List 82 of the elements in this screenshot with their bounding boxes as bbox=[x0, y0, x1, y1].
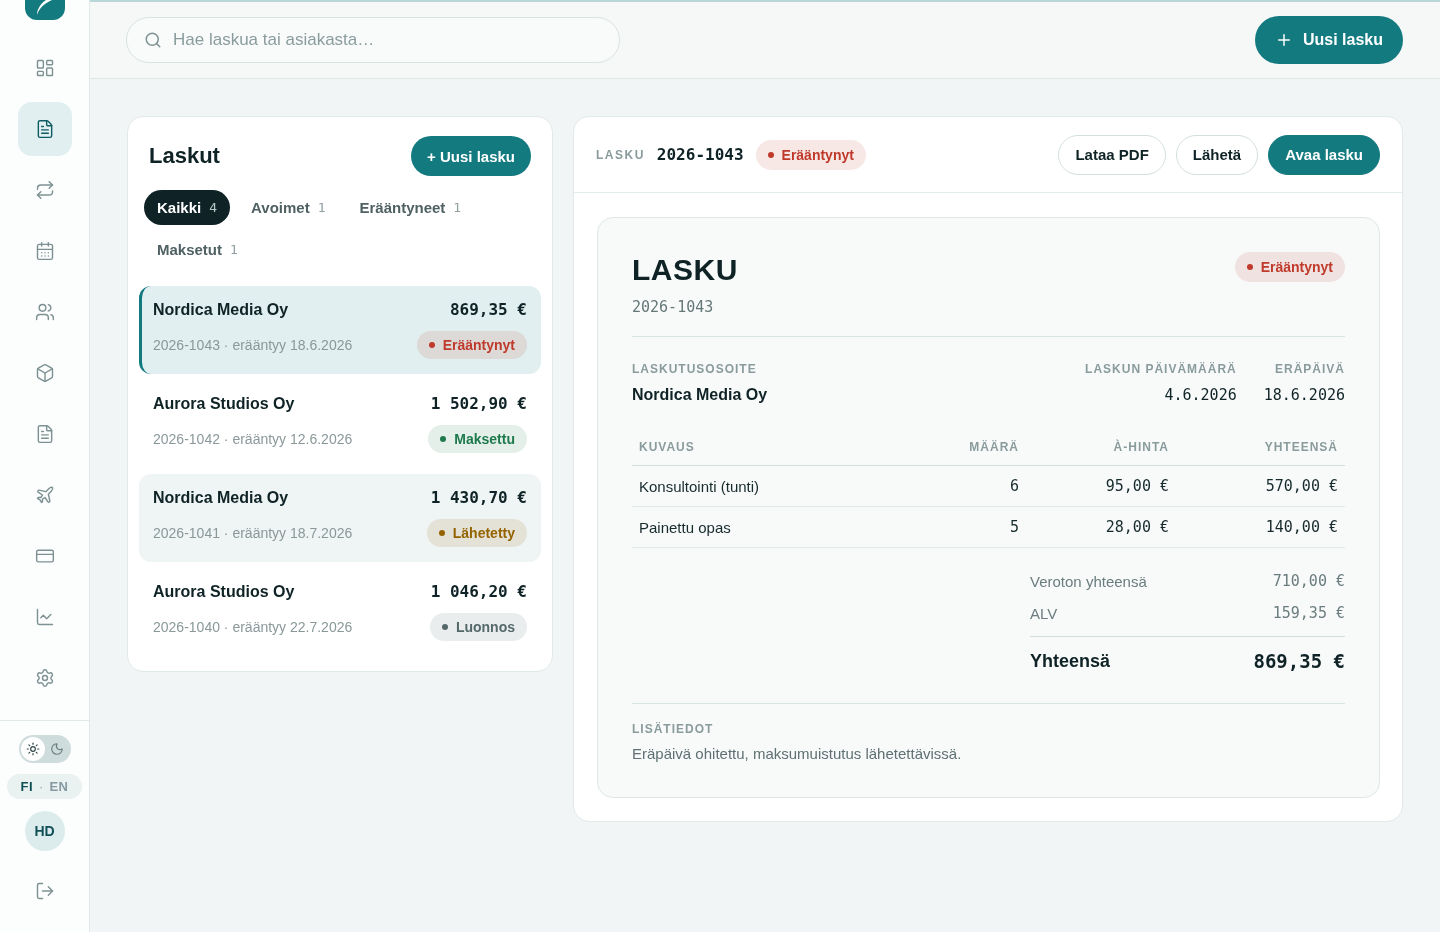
document-title: LASKU bbox=[632, 252, 738, 288]
invoice-meta: 2026-1041 · erääntyy 18.7.2026 bbox=[153, 525, 353, 541]
notes-label: LISÄTIEDOT bbox=[632, 721, 714, 737]
invoice-list-item[interactable]: Aurora Studios Oy 1 502,90 € 2026-1042 · erääntyy 12.6.2026 Maksettu bbox=[139, 380, 541, 468]
theme-toggle[interactable] bbox=[18, 735, 71, 763]
new-invoice-button[interactable]: Uusi lasku bbox=[1254, 16, 1403, 64]
total-label: ALV bbox=[1030, 604, 1058, 622]
invoice-number: 2026-1043 bbox=[656, 145, 744, 164]
table-cell-text: Painettu opas bbox=[638, 518, 732, 536]
invoice-meta: 2026-1042 · erääntyy 12.6.2026 bbox=[153, 431, 353, 447]
status-text: Lähetetty bbox=[452, 525, 515, 541]
new-invoice-button[interactable]: + Uusi lasku bbox=[411, 136, 531, 176]
table-cell-text: Konsultointi (tunti) bbox=[638, 477, 761, 495]
status-text: Luonnos bbox=[455, 619, 515, 635]
filter-tab[interactable]: Kaikki 4 bbox=[144, 190, 231, 225]
status-text: Erääntynyt bbox=[781, 146, 854, 163]
filter-tab[interactable]: Maksetut 1 bbox=[144, 232, 251, 267]
user-avatar[interactable]: HD bbox=[24, 811, 65, 851]
logout-icon bbox=[34, 881, 55, 901]
filter-tab[interactable]: Erääntyneet 1 bbox=[346, 190, 475, 225]
filter-tab[interactable]: Avoimet 1 bbox=[238, 190, 339, 225]
invoice-amount: 1 430,70 € bbox=[430, 487, 527, 509]
settings-icon bbox=[34, 668, 55, 688]
column-header: YHTEENSÄ bbox=[1263, 439, 1339, 454]
invoice-amount: 1 046,20 € bbox=[430, 581, 527, 603]
moon-icon bbox=[49, 742, 64, 756]
search-icon bbox=[144, 31, 162, 49]
secondary-action-button[interactable]: Lataa PDF bbox=[1058, 134, 1166, 175]
invoice-amount: 1 502,90 € bbox=[430, 393, 527, 415]
invoice-meta: 2026-1040 · erääntyy 22.7.2026 bbox=[153, 619, 353, 635]
calendar-icon bbox=[34, 241, 55, 261]
nav-item[interactable] bbox=[17, 102, 72, 156]
header-label: LASKU bbox=[596, 147, 645, 162]
status-text: Erääntynyt bbox=[1260, 259, 1333, 275]
field-label: LASKUN PÄIVÄMÄÄRÄ bbox=[1085, 361, 1237, 377]
date-value: 18.6.2026 bbox=[1263, 385, 1345, 405]
total-value: 159,35 € bbox=[1272, 604, 1345, 622]
column-header: KUVAUS bbox=[638, 439, 696, 454]
customer-name: Aurora Studios Oy bbox=[153, 394, 295, 414]
field-label: LASKUTUSOSOITE bbox=[632, 361, 757, 377]
invoice-list-item[interactable]: Nordica Media Oy 1 430,70 € 2026-1041 · erääntyy 18.7.2026 Lähetetty bbox=[139, 474, 541, 562]
table-cell-text: 5 bbox=[1008, 518, 1020, 536]
status-text: Erääntynyt bbox=[442, 337, 515, 353]
table-cell-text: 570,00 € bbox=[1264, 477, 1339, 495]
customer-name: Aurora Studios Oy bbox=[153, 582, 295, 602]
language-separator: · bbox=[39, 779, 44, 794]
customer-name: Nordica Media Oy bbox=[153, 488, 289, 508]
language-option[interactable]: FI bbox=[20, 779, 34, 794]
repeat-icon bbox=[34, 180, 55, 200]
grand-total-label: Yhteensä bbox=[1030, 650, 1111, 672]
table-cell-text: 140,00 € bbox=[1264, 518, 1339, 536]
users-icon bbox=[34, 302, 55, 322]
logout-button[interactable] bbox=[34, 881, 55, 901]
table-cell-text: 28,00 € bbox=[1104, 518, 1170, 536]
status-text: Maksettu bbox=[454, 431, 515, 447]
sun-icon bbox=[25, 742, 40, 756]
column-header: MÄÄRÄ bbox=[968, 439, 1020, 454]
plane-icon bbox=[34, 485, 55, 505]
invoice-amount: 869,35 € bbox=[449, 299, 527, 321]
table-cell-text: 95,00 € bbox=[1104, 477, 1170, 495]
invoice-meta: 2026-1043 · erääntyy 18.6.2026 bbox=[153, 337, 353, 353]
field-label: ERÄPÄIVÄ bbox=[1275, 361, 1345, 377]
line-chart-icon bbox=[34, 607, 55, 627]
column-header: À-HINTA bbox=[1112, 439, 1170, 454]
total-value: 710,00 € bbox=[1272, 572, 1345, 590]
credit-card-icon bbox=[34, 546, 55, 566]
dashboard-icon bbox=[34, 58, 55, 78]
list-title: Laskut bbox=[149, 143, 220, 169]
billing-name: Nordica Media Oy bbox=[632, 385, 768, 405]
invoice-list-item[interactable]: Nordica Media Oy 869,35 € 2026-1043 · erääntyy 18.6.2026 Erääntynyt bbox=[139, 286, 541, 374]
date-value: 4.6.2026 bbox=[1164, 385, 1237, 405]
box-icon bbox=[34, 363, 55, 383]
search-field[interactable]: Hae laskua tai asiakasta… bbox=[126, 17, 620, 63]
primary-action-button[interactable]: Avaa lasku bbox=[1268, 134, 1380, 175]
document-number: 2026-1043 bbox=[632, 297, 714, 317]
secondary-action-button[interactable]: Lähetä bbox=[1175, 134, 1259, 175]
notes-text: Eräpäivä ohitettu, maksumuistutus lähetettävissä. bbox=[632, 744, 962, 764]
table-cell-text: 6 bbox=[1008, 477, 1020, 495]
grand-total-value: 869,35 € bbox=[1253, 650, 1345, 672]
customer-name: Nordica Media Oy bbox=[153, 300, 289, 320]
invoice-list-item[interactable]: Aurora Studios Oy 1 046,20 € 2026-1040 · erääntyy 22.7.2026 Luonnos bbox=[139, 568, 541, 656]
total-label: Veroton yhteensä bbox=[1030, 572, 1147, 590]
